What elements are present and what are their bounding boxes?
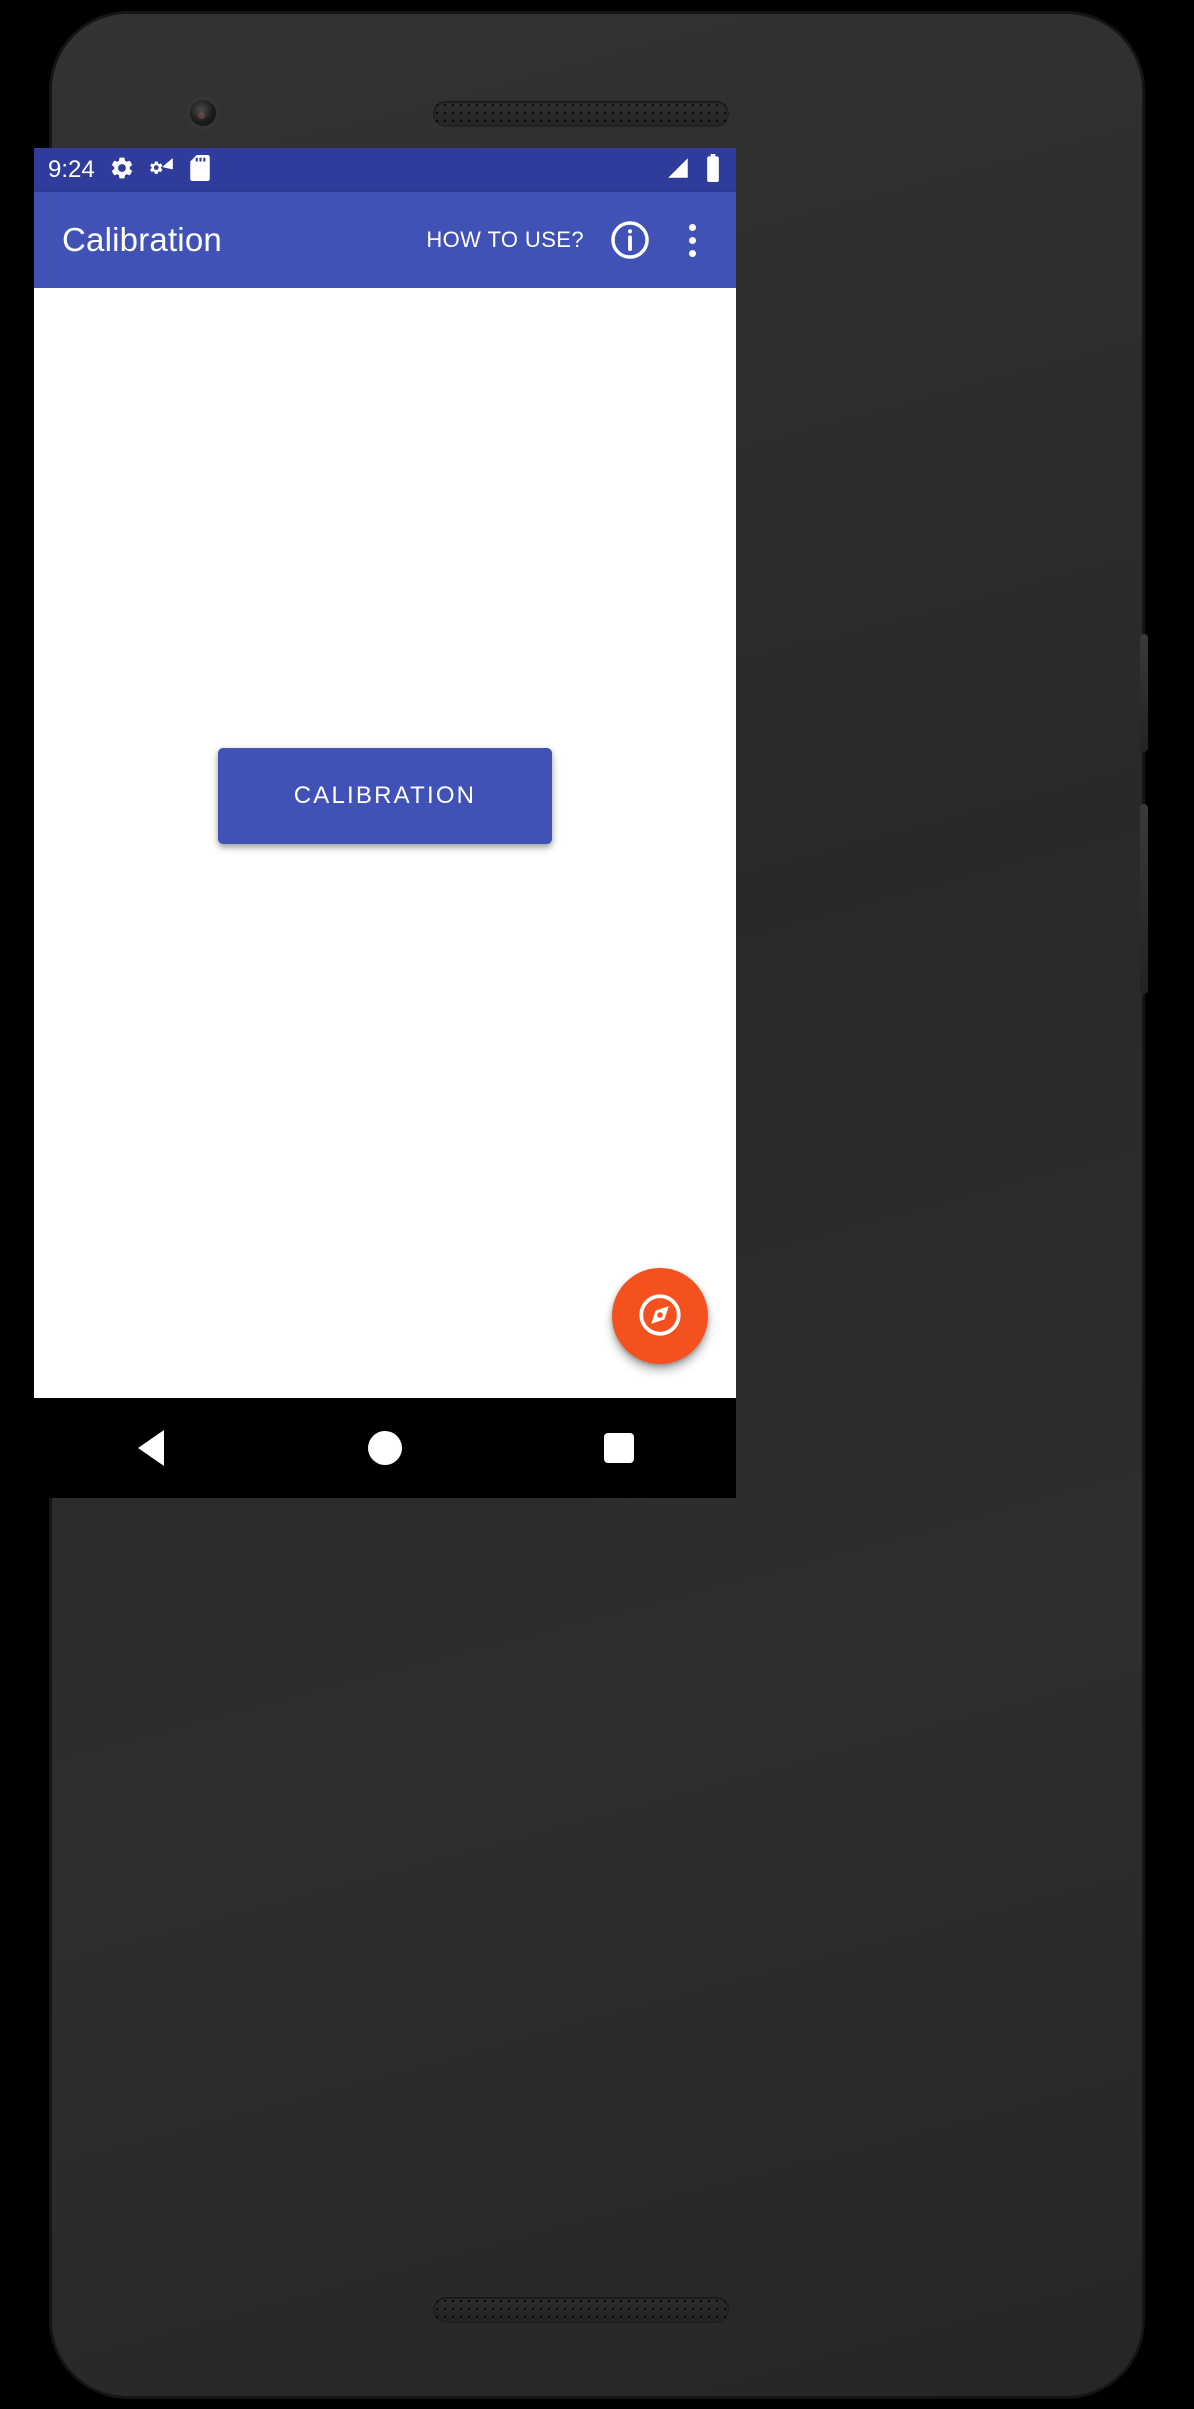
phone-screen: 9:24 Calibration HOW TO USE? CALIBRATION [34,148,736,1398]
earpiece-speaker-grille [433,101,729,127]
app-bar: Calibration HOW TO USE? [34,192,736,288]
recents-square-icon [604,1433,634,1463]
battery-full-icon [704,153,722,187]
settings-wifi-icon [149,155,175,186]
info-circle-icon[interactable] [604,214,656,266]
power-button[interactable] [1140,634,1148,752]
home-circle-icon [368,1431,402,1465]
status-bar: 9:24 [34,148,736,192]
overflow-dot [688,236,696,244]
main-content: CALIBRATION [34,288,736,1398]
back-button[interactable] [34,1398,268,1498]
home-button[interactable] [268,1398,502,1498]
compass-fab-button[interactable] [612,1268,708,1364]
compass-explore-icon [635,1290,685,1343]
sd-card-icon [189,154,211,186]
status-bar-right-group [664,153,722,187]
recents-button[interactable] [502,1398,736,1498]
cellular-signal-icon [664,155,692,186]
front-camera-icon [190,100,216,126]
back-triangle-icon [138,1430,164,1466]
status-clock: 9:24 [48,156,95,183]
more-vert-icon[interactable] [666,214,718,266]
navigation-bar [34,1398,736,1498]
overflow-dot [688,249,696,257]
settings-gear-icon [109,155,135,186]
overflow-dot [688,223,696,231]
how-to-use-button[interactable]: HOW TO USE? [416,219,594,261]
bottom-speaker-grille [433,2297,729,2323]
status-bar-left-group: 9:24 [48,154,664,186]
volume-button[interactable] [1140,804,1148,994]
calibration-button[interactable]: CALIBRATION [218,748,552,844]
page-title: Calibration [62,221,222,258]
